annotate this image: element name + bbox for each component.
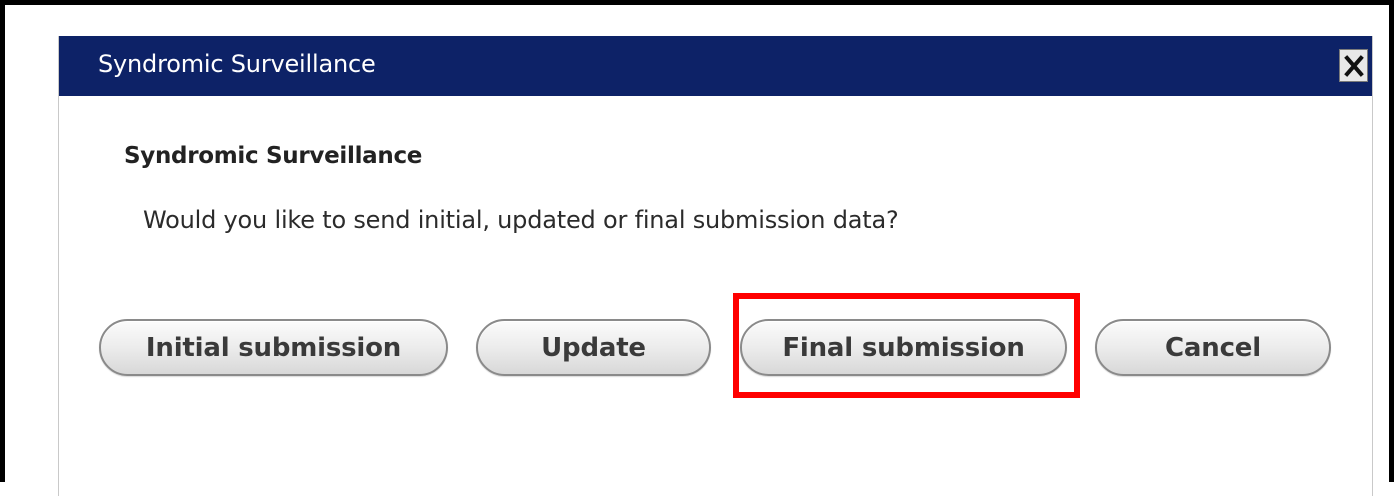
screenshot-frame: Syndromic Surveillance Syndromic Surveil…: [0, 0, 1394, 496]
cancel-button[interactable]: Cancel: [1095, 319, 1331, 376]
close-button[interactable]: [1339, 49, 1368, 82]
close-icon: [1343, 54, 1364, 77]
dialog-title: Syndromic Surveillance: [98, 50, 376, 78]
syndromic-surveillance-dialog: Syndromic Surveillance Syndromic Surveil…: [58, 36, 1373, 496]
initial-submission-button[interactable]: Initial submission: [99, 319, 448, 376]
dialog-question: Would you like to send initial, updated …: [143, 206, 899, 234]
dialog-heading: Syndromic Surveillance: [124, 143, 423, 169]
final-submission-highlight: [733, 293, 1080, 398]
dialog-title-bar[interactable]: Syndromic Surveillance: [59, 36, 1372, 96]
update-button[interactable]: Update: [476, 319, 711, 376]
